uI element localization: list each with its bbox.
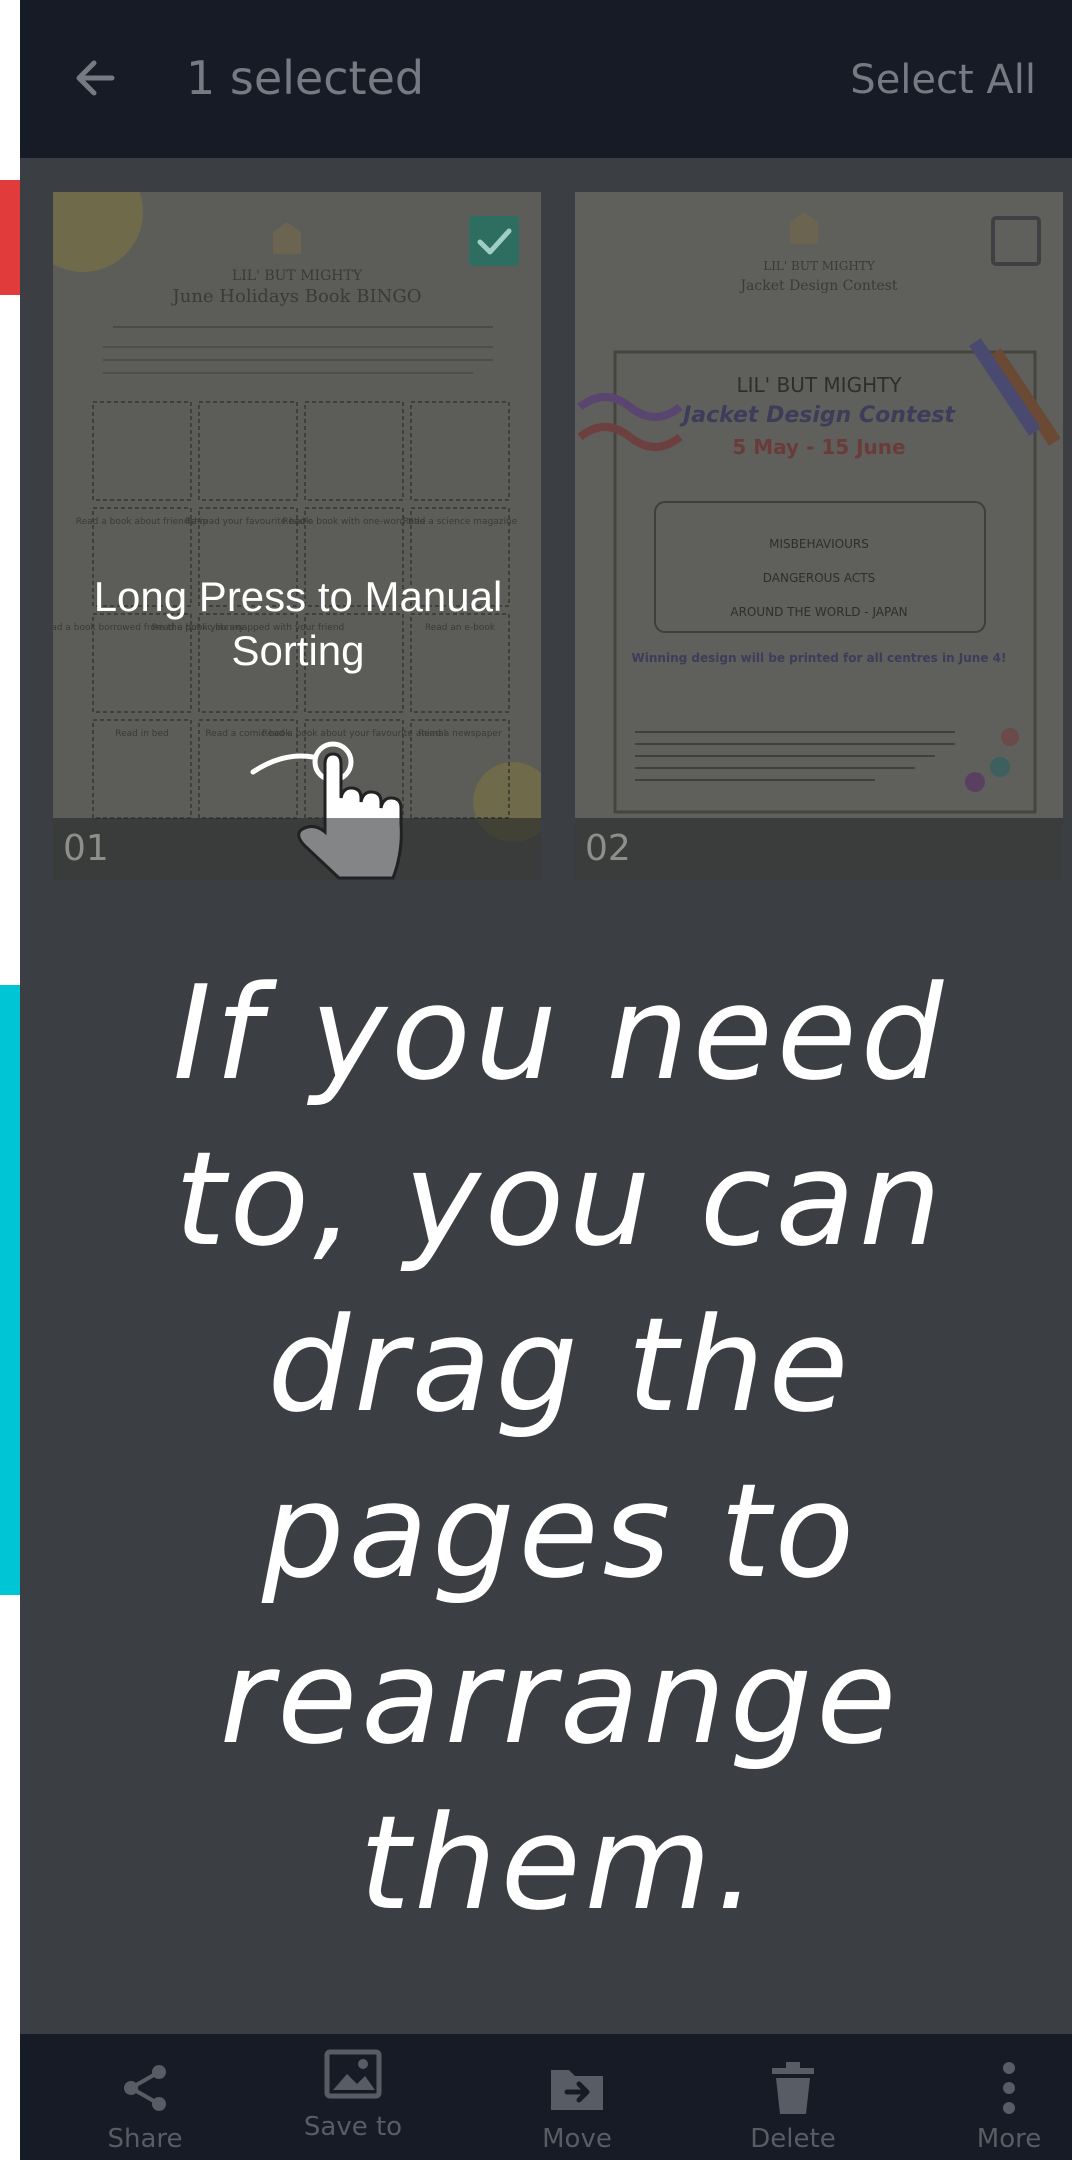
save-to-button[interactable]: Save to [268, 2048, 438, 2148]
page-number: 02 [585, 828, 631, 869]
page-number-bar: 01 [53, 818, 541, 880]
page-1-top-line: LIL' BUT MIGHTY [232, 268, 363, 284]
caption-line: to, you can [174, 1123, 946, 1275]
more-label: More [976, 2124, 1042, 2154]
page-2-heading: Jacket Design Contest [679, 403, 956, 428]
delete-button[interactable]: Delete [708, 2060, 878, 2160]
page-thumbnail-1[interactable]: LIL' BUT MIGHTY June Holidays Book BINGO… [53, 192, 541, 880]
move-button[interactable]: Move [492, 2060, 662, 2160]
more-button[interactable]: More [924, 2060, 1072, 2160]
caption-line: If you need [172, 957, 948, 1109]
page-thumbnail-2[interactable]: LIL' BUT MIGHTY Jacket Design Contest LI… [575, 192, 1063, 880]
page-2-top-line-small: LIL' BUT MIGHTY [763, 259, 876, 273]
save-image-icon [324, 2049, 382, 2099]
app-screen: 1 selected Select All LIL' BUT MIGHTY Ju… [20, 0, 1072, 2160]
page-1-heading: June Holidays Book BINGO [171, 286, 422, 307]
top-app-bar: 1 selected Select All [20, 0, 1072, 158]
selected-checkbox-icon[interactable] [469, 216, 519, 266]
share-button[interactable]: Share [60, 2060, 230, 2160]
page-2-top-line: LIL' BUT MIGHTY [736, 373, 902, 397]
caption-line: them. [359, 1787, 761, 1939]
caption-line: rearrange [219, 1621, 901, 1773]
bingo-tile: Read a newspaper [418, 729, 502, 739]
bottom-action-bar: Share Save to Move Delete More [20, 2034, 1072, 2160]
left-edge-cyan-accent [0, 985, 20, 1595]
select-all-button[interactable]: Select All [850, 52, 1036, 108]
share-label: Share [107, 2124, 183, 2154]
page-2-dates: 5 May - 15 June [732, 435, 905, 459]
page-2-theme: AROUND THE WORLD - JAPAN [730, 605, 907, 619]
move-label: Move [542, 2124, 612, 2154]
move-folder-icon [551, 2070, 603, 2110]
share-icon [124, 2065, 166, 2111]
left-edge-red-accent [0, 180, 20, 295]
page-2-prize: Winning design will be printed for all c… [632, 651, 1007, 665]
page-2-heading-small: Jacket Design Contest [738, 278, 897, 294]
save-to-label: Save to [303, 2112, 403, 2142]
delete-label: Delete [750, 2124, 836, 2154]
trash-icon [772, 2062, 814, 2114]
instruction-caption: If you need to, you can drag the pages t… [80, 950, 1040, 1946]
unselected-checkbox-icon[interactable] [991, 216, 1041, 266]
back-arrow-icon [76, 60, 115, 96]
selection-count-title: 1 selected [186, 51, 425, 105]
page-2-theme: MISBEHAVIOURS [769, 537, 869, 551]
bingo-tile: Read in bed [115, 729, 169, 739]
page-2-theme: DANGEROUS ACTS [763, 571, 875, 585]
page-2-preview: LIL' BUT MIGHTY Jacket Design Contest LI… [575, 192, 1063, 880]
long-press-hint: Long Press to Manual Sorting [93, 573, 503, 674]
page-number: 01 [63, 828, 109, 869]
page-number-bar: 02 [575, 818, 1063, 880]
caption-line: pages to [261, 1455, 859, 1607]
more-vertical-icon [1003, 2062, 1015, 2114]
caption-line: drag the [267, 1289, 853, 1441]
bingo-tile: Read a science magazine [403, 517, 518, 527]
back-button[interactable] [66, 48, 126, 108]
